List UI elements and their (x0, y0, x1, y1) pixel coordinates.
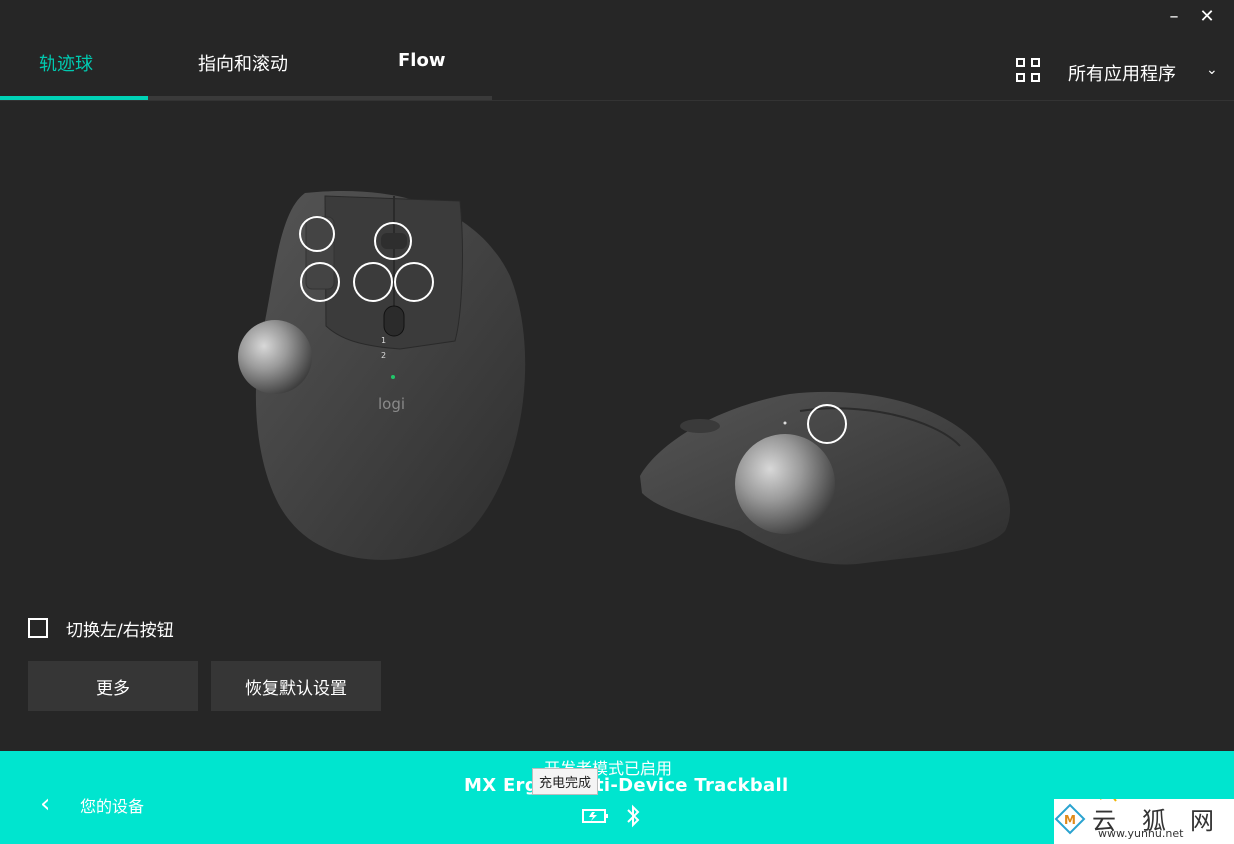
battery-icon[interactable] (582, 808, 610, 824)
hotspot-tilt-right[interactable] (394, 262, 434, 302)
charge-tooltip: 充电完成 (532, 768, 599, 795)
hotspot-middle-button[interactable] (374, 222, 412, 260)
app-selector-label: 所有应用程序 (1068, 64, 1176, 85)
tab-bar: 轨迹球 指向和滚动 Flow (0, 40, 492, 100)
watermark-url: www.yunhu.net (1098, 827, 1184, 840)
watermark-char-3: 网 (1190, 807, 1214, 835)
restore-defaults-button[interactable]: 恢复默认设置 (211, 661, 381, 711)
hotspot-tilt-left[interactable] (353, 262, 393, 302)
hotspot-forward-button[interactable] (300, 262, 340, 302)
hotspot-precision-button[interactable] (807, 404, 847, 444)
tab-point-scroll[interactable]: 指向和滚动 (198, 50, 288, 76)
more-button[interactable]: 更多 (28, 661, 198, 711)
svg-text:M: M (1064, 813, 1076, 827)
close-button[interactable]: ✕ (1195, 4, 1219, 28)
minimize-button[interactable]: – (1162, 4, 1186, 28)
swap-buttons-checkbox[interactable] (28, 618, 48, 638)
hotspot-back-button[interactable] (299, 216, 335, 252)
grid-icon (1016, 58, 1044, 86)
watermark: M 云 狐 网 www.yunhu.net (1054, 799, 1234, 844)
mode-number-1: 1 (381, 336, 386, 345)
mode-number-2: 2 (381, 351, 386, 360)
device-stage: 1 2 logi (0, 101, 1234, 601)
chevron-down-icon: ⌄ (1206, 62, 1218, 78)
app-selector[interactable]: 所有应用程序 ⌄ (1016, 56, 1222, 88)
bluetooth-icon[interactable] (624, 803, 642, 829)
device-name: MX Ergo Multi-Device Trackball (464, 775, 789, 796)
device-illustration: 1 2 logi (238, 190, 1011, 565)
your-devices-link[interactable]: 您的设备 (80, 793, 144, 817)
swap-buttons-label: 切换左/右按钮 (66, 621, 174, 641)
tab-flow[interactable]: Flow (398, 50, 445, 71)
tab-trackball[interactable]: 轨迹球 (39, 50, 93, 76)
logi-logo: logi (378, 395, 405, 413)
footer-bar: ‹ 您的设备 开发者模式已启用 MX Ergo Multi-Device Tra… (0, 751, 1234, 844)
chevron-left-icon[interactable]: ‹ (40, 789, 50, 819)
